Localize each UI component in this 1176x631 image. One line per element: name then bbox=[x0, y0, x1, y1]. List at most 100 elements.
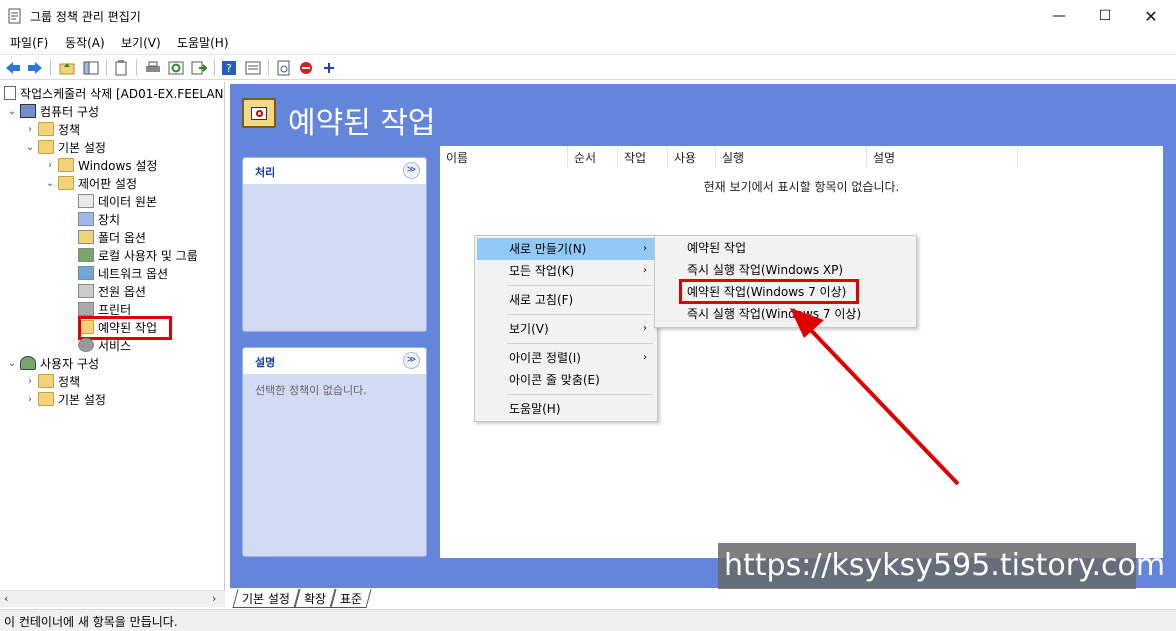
power-icon bbox=[78, 284, 94, 298]
tree-item-user-config[interactable]: ⌄ 사용자 구성 bbox=[6, 354, 99, 372]
menu-item-help[interactable]: 도움말(H) bbox=[477, 398, 655, 420]
tree-item-devices[interactable]: 장치 bbox=[76, 210, 120, 228]
export-list-icon[interactable] bbox=[190, 59, 208, 76]
process-panel-title: 처리 bbox=[255, 166, 276, 179]
svg-text:?: ? bbox=[226, 62, 232, 75]
folder-options-icon bbox=[78, 230, 94, 244]
tree-item-control-panel[interactable]: ⌄ 제어판 설정 bbox=[44, 174, 137, 192]
show-hide-tree-icon[interactable] bbox=[82, 59, 100, 76]
description-text: 선택한 정책이 없습니다. bbox=[255, 384, 367, 397]
submenu-arrow-icon: › bbox=[643, 265, 647, 276]
column-run[interactable]: 실행 bbox=[716, 146, 867, 168]
submenu-arrow-icon: › bbox=[643, 323, 647, 334]
up-folder-icon[interactable] bbox=[58, 59, 76, 76]
menu-view[interactable]: 보기(V) bbox=[121, 34, 161, 51]
menu-bar: 파일(F) 동작(A) 보기(V) 도움말(H) bbox=[0, 32, 1176, 52]
users-icon bbox=[78, 248, 94, 262]
tree-item-preferences[interactable]: ⌄ 기본 설정 bbox=[24, 138, 106, 156]
collapse-icon[interactable]: ≫ bbox=[403, 162, 420, 179]
menu-item-line-up-icons[interactable]: 아이콘 줄 맞춤(E) bbox=[477, 369, 655, 391]
chevron-right-icon[interactable]: › bbox=[24, 394, 36, 405]
stop-icon[interactable] bbox=[297, 59, 315, 76]
tab-standard[interactable]: 표준 bbox=[330, 589, 372, 608]
tree-item-power-options[interactable]: 전원 옵션 bbox=[76, 282, 146, 300]
tree-item-services[interactable]: 서비스 bbox=[76, 336, 131, 354]
tab-extended[interactable]: 확장 bbox=[294, 589, 336, 608]
empty-list-message: 현재 보기에서 표시할 항목이 없습니다. bbox=[703, 180, 900, 194]
view-tabs: 기본 설정 확장 표준 bbox=[229, 589, 1176, 608]
forward-icon[interactable] bbox=[26, 59, 44, 76]
menu-item-arrange-icons[interactable]: 아이콘 정렬(I) › bbox=[477, 347, 655, 369]
folder-icon bbox=[38, 122, 54, 136]
menu-item-all-tasks[interactable]: 모든 작업(K) › bbox=[477, 260, 655, 282]
chevron-right-icon[interactable]: › bbox=[24, 376, 36, 387]
close-button[interactable]: ✕ bbox=[1128, 0, 1174, 32]
policy-editor-icon bbox=[8, 8, 21, 24]
collapse-icon[interactable]: ≫ bbox=[403, 352, 420, 369]
menu-item-view[interactable]: 보기(V) › bbox=[477, 318, 655, 340]
add-icon[interactable] bbox=[320, 59, 338, 76]
tree-item-folder-options[interactable]: 폴더 옵션 bbox=[76, 228, 146, 246]
refresh-icon[interactable] bbox=[167, 59, 185, 76]
menu-item-refresh[interactable]: 새로 고침(F) bbox=[477, 289, 655, 311]
menu-action[interactable]: 동작(A) bbox=[65, 34, 105, 51]
chevron-right-icon[interactable]: › bbox=[44, 160, 56, 171]
help-icon[interactable]: ? bbox=[220, 59, 238, 76]
chevron-right-icon[interactable]: › bbox=[24, 124, 36, 135]
chevron-down-icon[interactable]: ⌄ bbox=[6, 106, 18, 117]
view-icon[interactable] bbox=[244, 59, 262, 76]
tree-item-windows-settings[interactable]: › Windows 설정 bbox=[44, 156, 157, 174]
printer-icon bbox=[78, 302, 94, 316]
column-enabled[interactable]: 사용 bbox=[668, 146, 716, 168]
services-gear-icon bbox=[78, 338, 94, 352]
tree-item-computer-config[interactable]: ⌄ 컴퓨터 구성 bbox=[6, 102, 99, 120]
submenu-arrow-icon: › bbox=[643, 352, 647, 363]
column-action[interactable]: 작업 bbox=[618, 146, 668, 168]
column-name[interactable]: 이름 bbox=[440, 146, 568, 168]
tree-item-policy[interactable]: › 정책 bbox=[24, 120, 80, 138]
maximize-button[interactable]: ☐ bbox=[1082, 0, 1128, 32]
folder-icon bbox=[38, 140, 54, 154]
tree-item-network-options[interactable]: 네트워크 옵션 bbox=[76, 264, 168, 282]
data-source-icon bbox=[78, 194, 94, 208]
tree-item-user-policy[interactable]: › 정책 bbox=[24, 372, 80, 390]
submenu-highlight-box bbox=[679, 279, 859, 304]
folder-icon bbox=[38, 374, 54, 388]
control-panel-folder-icon bbox=[58, 176, 74, 190]
column-description[interactable]: 설명 bbox=[867, 146, 1018, 168]
print-icon[interactable] bbox=[144, 59, 162, 76]
tree-item-data-sources[interactable]: 데이터 원본 bbox=[76, 192, 157, 210]
status-text: 이 컨테이너에 새 항목을 만듭니다. bbox=[4, 615, 178, 629]
submenu-item-immediate-task-xp[interactable]: 즉시 실행 작업(Windows XP) bbox=[657, 259, 914, 281]
tree-item-local-users[interactable]: 로컬 사용자 및 그룹 bbox=[76, 246, 198, 264]
properties-icon[interactable] bbox=[112, 59, 130, 76]
pane-title: 예약된 작업 bbox=[288, 106, 436, 141]
task-icon[interactable] bbox=[275, 59, 293, 76]
menu-item-new[interactable]: 새로 만들기(N) › bbox=[477, 238, 655, 260]
tree-root[interactable]: 작업스케줄러 삭제 [AD01-EX.FEELAN bbox=[4, 84, 224, 102]
submenu-item-immediate-task-win7[interactable]: 즉시 실행 작업(Windows 7 이상) bbox=[657, 303, 914, 325]
column-order[interactable]: 순서 bbox=[568, 146, 618, 168]
context-menu: 새로 만들기(N) › 모든 작업(K) › 새로 고침(F) 보기(V) › 아이콘… bbox=[474, 235, 658, 422]
folder-icon bbox=[58, 158, 74, 172]
menu-help[interactable]: 도움말(H) bbox=[177, 34, 229, 51]
minimize-button[interactable]: — bbox=[1036, 0, 1082, 32]
chevron-down-icon[interactable]: ⌄ bbox=[24, 142, 36, 153]
watermark: https://ksyksy595.tistory.com bbox=[718, 543, 1165, 589]
tree-item-user-preferences[interactable]: › 기본 설정 bbox=[24, 390, 106, 408]
details-pane: 예약된 작업 처리 ≫ 설명 ≫ 선택한 정책이 없습니다. 이름 순서 작업 사용… bbox=[230, 84, 1176, 588]
tab-preferences[interactable]: 기본 설정 bbox=[232, 589, 300, 608]
scroll-right-icon[interactable]: › bbox=[212, 592, 216, 605]
submenu-item-scheduled-task[interactable]: 예약된 작업 bbox=[657, 237, 914, 259]
scheduled-task-large-icon bbox=[242, 98, 276, 128]
chevron-down-icon[interactable]: ⌄ bbox=[6, 358, 18, 369]
scroll-left-icon[interactable]: ‹ bbox=[4, 592, 8, 605]
process-panel: 처리 ≫ bbox=[242, 157, 427, 332]
tree-horizontal-scrollbar[interactable]: ‹ › bbox=[0, 590, 225, 607]
title-bar: 그룹 정책 관리 편집기 — ☐ ✕ bbox=[0, 0, 1176, 32]
back-icon[interactable] bbox=[4, 59, 22, 76]
toolbar: ? bbox=[0, 54, 1176, 80]
user-config-icon bbox=[20, 356, 36, 370]
menu-file[interactable]: 파일(F) bbox=[10, 34, 48, 51]
chevron-down-icon[interactable]: ⌄ bbox=[44, 178, 56, 189]
